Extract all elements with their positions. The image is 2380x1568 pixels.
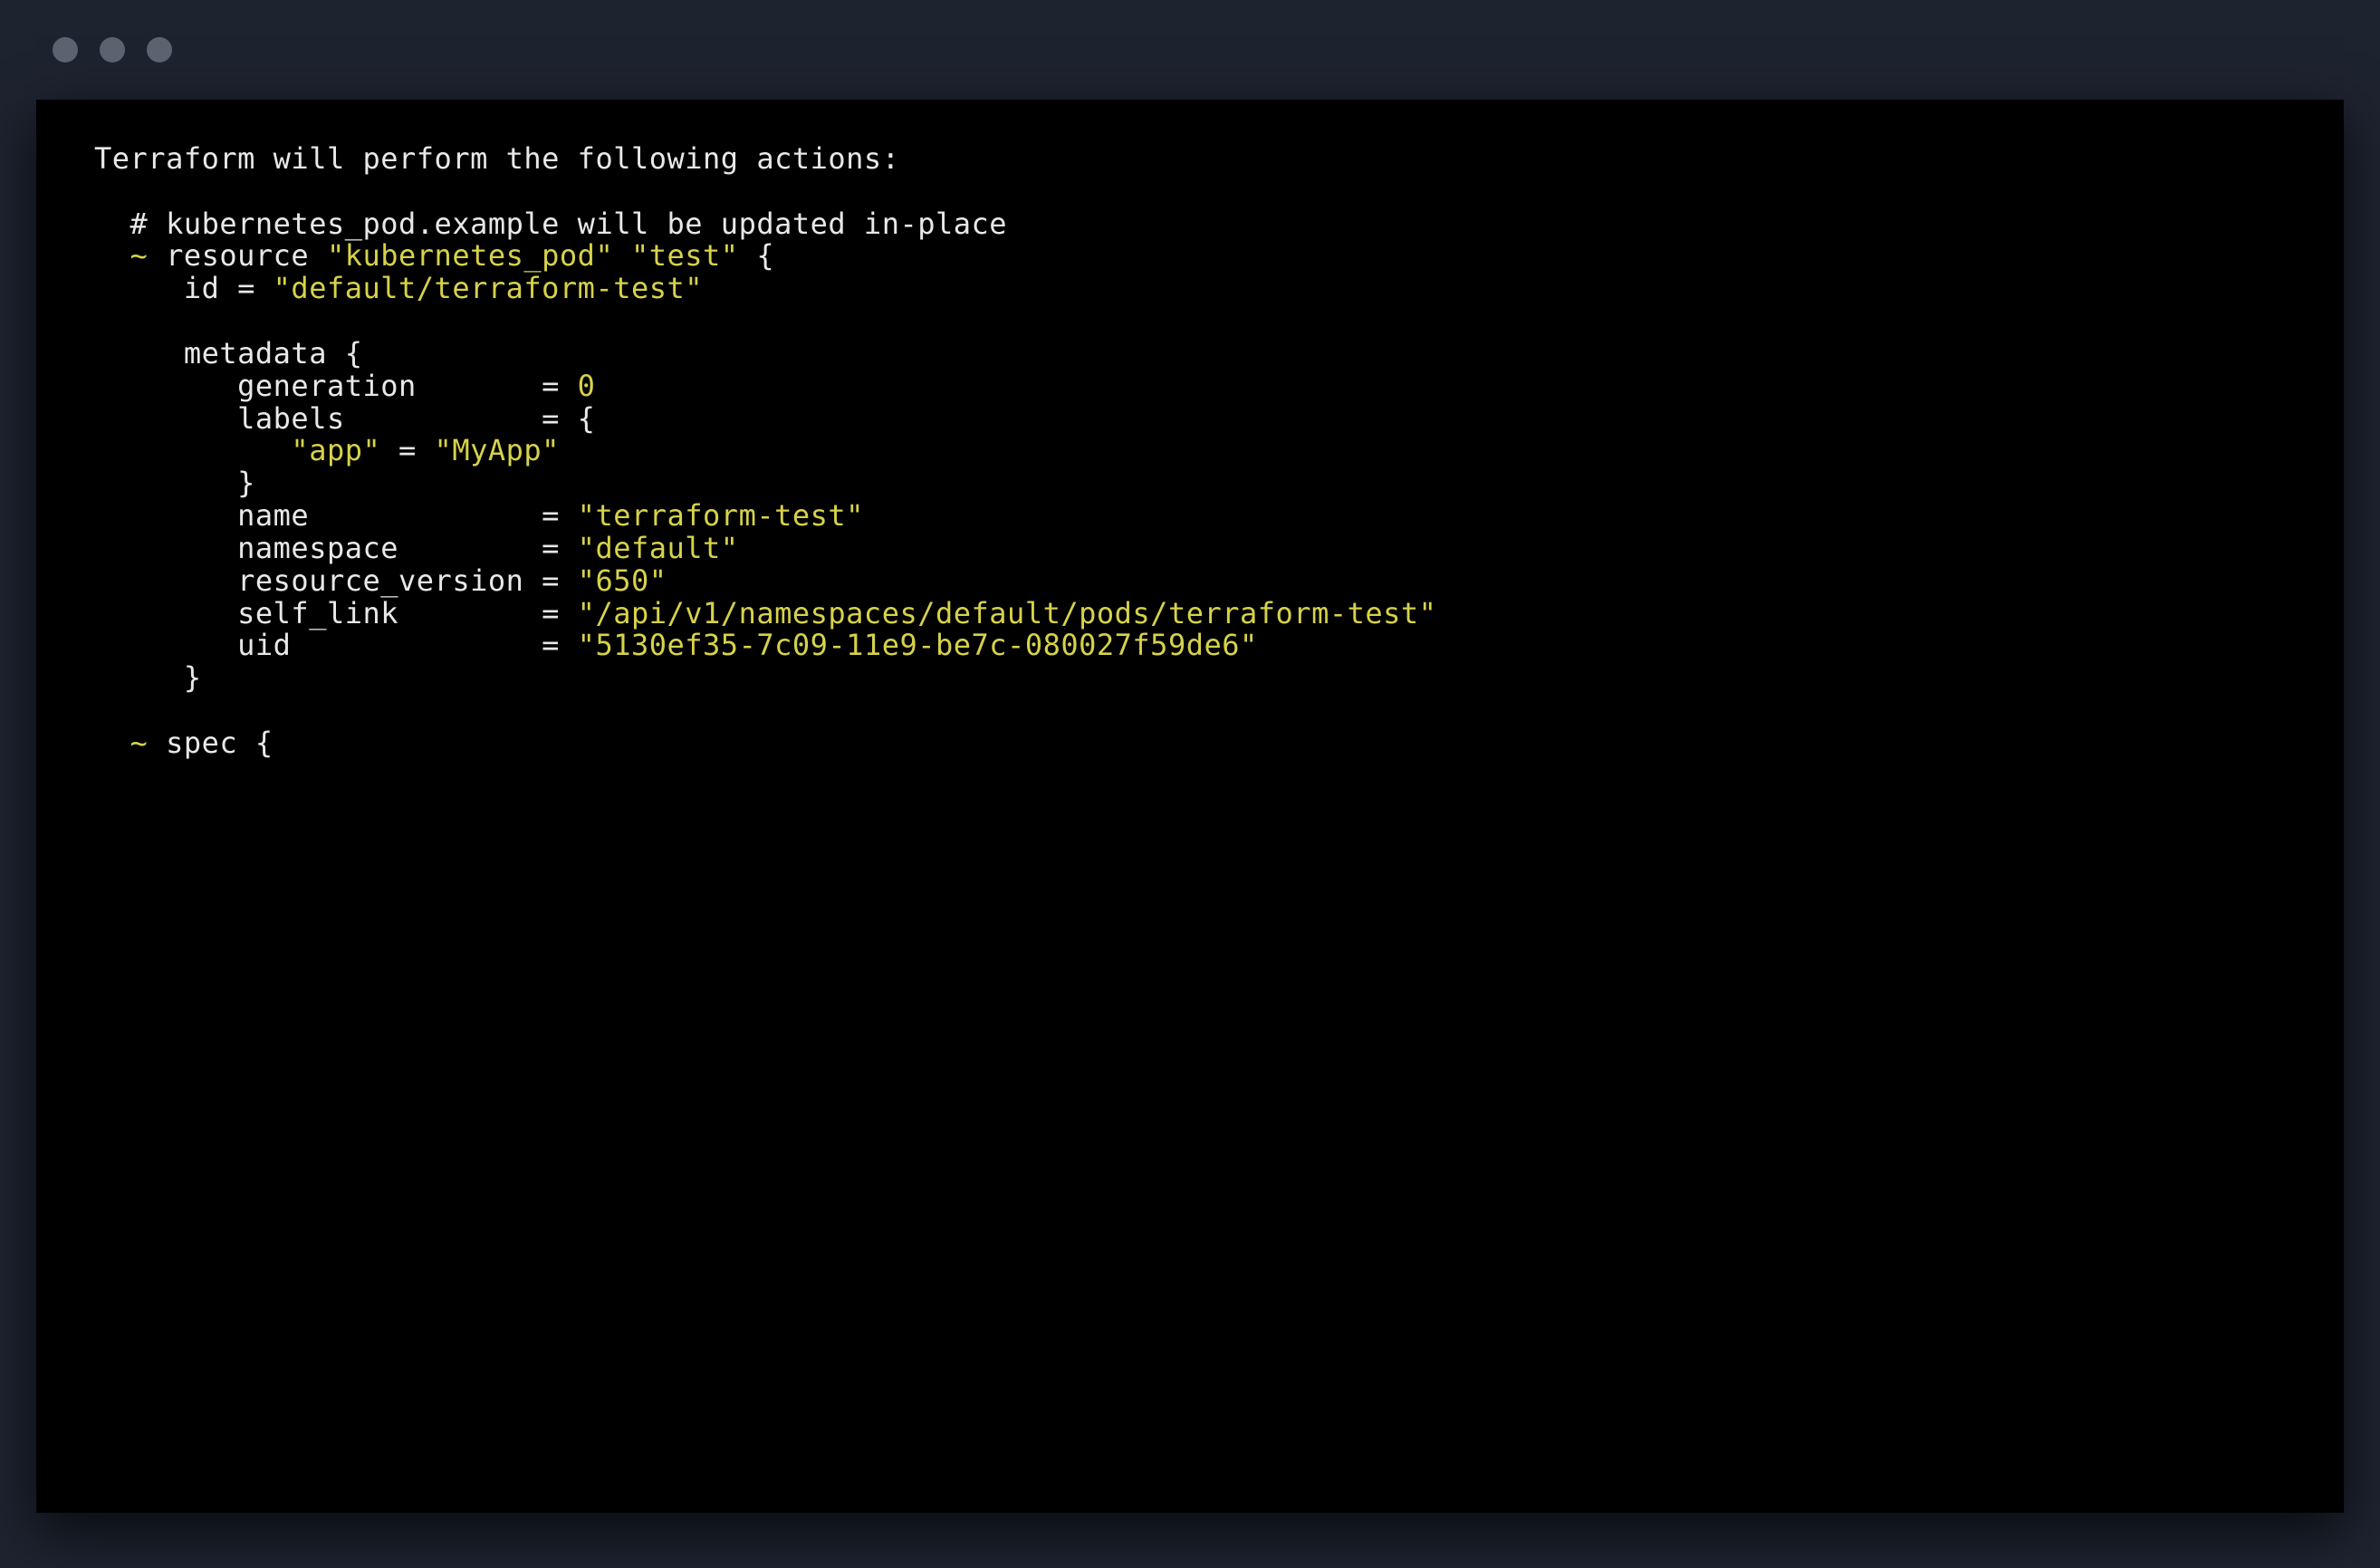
change-marker: ~	[130, 238, 149, 273]
uid-key: uid	[237, 628, 291, 662]
window-close-icon[interactable]	[53, 37, 78, 63]
self-link-key: self_link	[237, 596, 398, 630]
label-app-key: "app"	[291, 433, 380, 467]
resource-comment: # kubernetes_pod.example will be updated…	[130, 207, 1008, 241]
self-link-value: "/api/v1/namespaces/default/pods/terrafo…	[578, 596, 1437, 630]
window-titlebar	[0, 0, 2380, 100]
metadata-block-close: }	[184, 660, 202, 695]
terminal-window: Terraform will perform the following act…	[0, 0, 2380, 1513]
labels-key: labels	[237, 401, 345, 436]
resource-version-key: resource_version	[237, 563, 523, 598]
label-app-value: "MyApp"	[435, 433, 560, 467]
change-marker: ~	[130, 726, 149, 760]
window-maximize-icon[interactable]	[147, 37, 172, 63]
generation-key: generation	[237, 369, 417, 403]
namespace-key: namespace	[237, 531, 398, 565]
name-value: "terraform-test"	[578, 498, 864, 533]
name-key: name	[237, 498, 309, 533]
metadata-block-open: metadata {	[184, 336, 363, 370]
plan-header: Terraform will perform the following act…	[94, 141, 899, 176]
id-value: "default/terraform-test"	[274, 271, 703, 305]
window-minimize-icon[interactable]	[100, 37, 125, 63]
uid-value: "5130ef35-7c09-11e9-be7c-080027f59de6"	[578, 628, 1258, 662]
id-key: id	[184, 271, 220, 305]
resource-type: "kubernetes_pod"	[327, 238, 613, 273]
generation-value: 0	[578, 369, 596, 403]
resource-name: "test"	[631, 238, 739, 273]
spec-block-open: spec {	[148, 726, 273, 760]
namespace-value: "default"	[578, 531, 739, 565]
resource-keyword: resource	[148, 238, 327, 273]
resource-version-value: "650"	[578, 563, 667, 598]
terminal-output: Terraform will perform the following act…	[36, 100, 2344, 1513]
